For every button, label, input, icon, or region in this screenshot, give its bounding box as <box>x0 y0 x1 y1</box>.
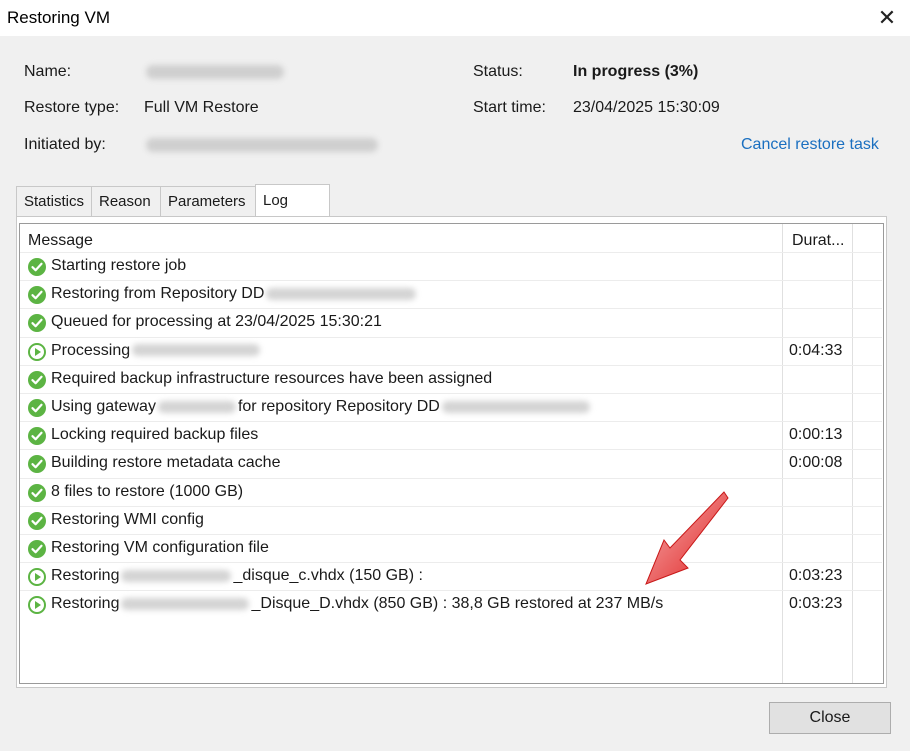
log-duration: 0:03:23 <box>789 567 843 585</box>
log-message: Building restore metadata cache <box>51 454 280 472</box>
log-message: Restoring VM configuration file <box>51 539 269 557</box>
log-message-text: 8 files to restore (1000 GB) <box>51 482 244 500</box>
tab-statistics[interactable]: Statistics <box>16 186 92 216</box>
log-row[interactable]: Restoring WMI config <box>20 505 882 534</box>
log-row[interactable]: Locking required backup files 0:00:13 <box>20 421 882 449</box>
restore-type-label: Restore type: <box>24 99 120 116</box>
log-message-text: Restoring from Repository DD <box>51 285 265 303</box>
check-circle-icon <box>28 455 46 474</box>
log-message-text: Restoring VM configuration file <box>51 539 269 556</box>
status-label: Status: <box>473 63 523 80</box>
log-message: Locking required backup files <box>51 426 258 444</box>
log-message: Restoring from Repository DD <box>51 285 418 303</box>
status-value: In progress (3%) <box>573 63 699 80</box>
log-list: Message Durat... Starting restore job Res… <box>19 223 884 684</box>
cancel-restore-link[interactable]: Cancel restore task <box>741 136 879 154</box>
check-circle-icon <box>28 314 46 333</box>
log-message: Using gateway for repository Repository D… <box>51 398 592 416</box>
log-message-text: _Disque_D.vhdx (850 GB) : 38,8 GB restor… <box>251 595 664 613</box>
check-circle-icon <box>28 511 46 530</box>
log-row[interactable]: Restoring _disque_c.vhdx (150 GB) : 0:03:2… <box>20 562 882 590</box>
initiated-by-value-redacted <box>146 138 378 152</box>
log-row[interactable]: Using gateway for repository Repository D… <box>20 393 882 421</box>
tab-reason[interactable]: Reason <box>91 186 161 216</box>
log-row[interactable]: Restoring _Disque_D.vhdx (850 GB) : 38,8 … <box>20 590 882 618</box>
play-circle-icon <box>28 342 46 361</box>
log-message-text: Building restore metadata cache <box>51 454 281 472</box>
check-circle-icon <box>28 286 46 305</box>
log-duration: 0:00:08 <box>789 454 843 472</box>
check-circle-icon <box>28 427 46 446</box>
log-row[interactable]: Restoring from Repository DD <box>20 280 882 308</box>
close-button[interactable]: Close <box>769 702 891 734</box>
log-row[interactable]: Required backup infrastructure resources… <box>20 364 882 393</box>
name-value-redacted <box>146 65 284 79</box>
redacted-text <box>157 400 236 413</box>
log-message: Restoring _disque_c.vhdx (150 GB) : <box>51 567 423 585</box>
log-duration: 0:00:13 <box>789 426 843 444</box>
play-circle-icon <box>28 568 46 587</box>
column-header-message[interactable]: Message <box>28 232 93 250</box>
log-message: Queued for processing at 23/04/2025 15:3… <box>51 313 382 331</box>
log-message-text: Using gateway <box>51 398 156 415</box>
log-message-text: Locking required backup files <box>51 426 259 444</box>
name-label: Name: <box>24 63 72 80</box>
log-message: Required backup infrastructure resources… <box>51 370 492 388</box>
redacted-text <box>441 400 590 413</box>
log-message: Processing <box>51 342 262 360</box>
check-circle-icon <box>28 370 46 389</box>
check-circle-icon <box>28 399 46 417</box>
log-row[interactable]: Queued for processing at 23/04/2025 15:3… <box>20 308 882 336</box>
red-arrow-annotation <box>645 491 729 585</box>
log-message: 8 files to restore (1000 GB) <box>51 483 243 501</box>
redacted-text <box>266 287 417 300</box>
log-message-text: Restoring <box>51 567 120 585</box>
redacted-text <box>121 598 250 611</box>
log-message-text: Processing <box>51 341 131 359</box>
play-circle-icon <box>28 596 46 615</box>
check-circle-icon <box>28 540 46 558</box>
restore-type-value: Full VM Restore <box>144 99 259 116</box>
initiated-by-label: Initiated by: <box>24 136 106 153</box>
log-message-text: Starting restore job <box>51 257 187 274</box>
log-message-text: Restoring WMI config <box>51 510 204 528</box>
close-icon[interactable]: ✕ <box>874 5 900 31</box>
log-duration: 0:03:23 <box>789 595 843 613</box>
log-row[interactable]: Building restore metadata cache 0:00:08 <box>20 449 882 477</box>
log-duration: 0:04:33 <box>789 341 843 359</box>
log-row[interactable]: 8 files to restore (1000 GB) <box>20 477 882 506</box>
start-time-value: 23/04/2025 15:30:09 <box>573 99 720 116</box>
log-message-text: for repository Repository DD <box>237 398 440 415</box>
check-circle-icon <box>28 258 46 276</box>
tab-log[interactable]: Log <box>255 184 330 216</box>
check-circle-icon <box>28 483 46 502</box>
redacted-text <box>121 569 232 582</box>
log-message-text: Restoring <box>51 595 120 613</box>
redacted-text <box>132 344 261 357</box>
log-message: Starting restore job <box>51 257 186 275</box>
log-row[interactable]: Processing 0:04:33 <box>20 336 882 365</box>
window-title: Restoring VM <box>7 8 110 27</box>
log-row[interactable]: Starting restore job <box>20 252 882 280</box>
start-time-label: Start time: <box>473 99 546 116</box>
log-message: Restoring WMI config <box>51 511 204 529</box>
title-bar: Restoring VM ✕ <box>0 0 910 36</box>
log-row[interactable]: Restoring VM configuration file <box>20 534 882 562</box>
log-message-text: Queued for processing at 23/04/2025 15:3… <box>51 313 382 331</box>
tab-parameters[interactable]: Parameters <box>160 186 256 216</box>
column-header-duration[interactable]: Durat... <box>792 232 844 250</box>
log-message: Restoring _Disque_D.vhdx (850 GB) : 38,8 … <box>51 595 663 613</box>
log-message-text: _disque_c.vhdx (150 GB) : <box>233 567 423 585</box>
log-message-text: Required backup infrastructure resources… <box>51 369 493 387</box>
